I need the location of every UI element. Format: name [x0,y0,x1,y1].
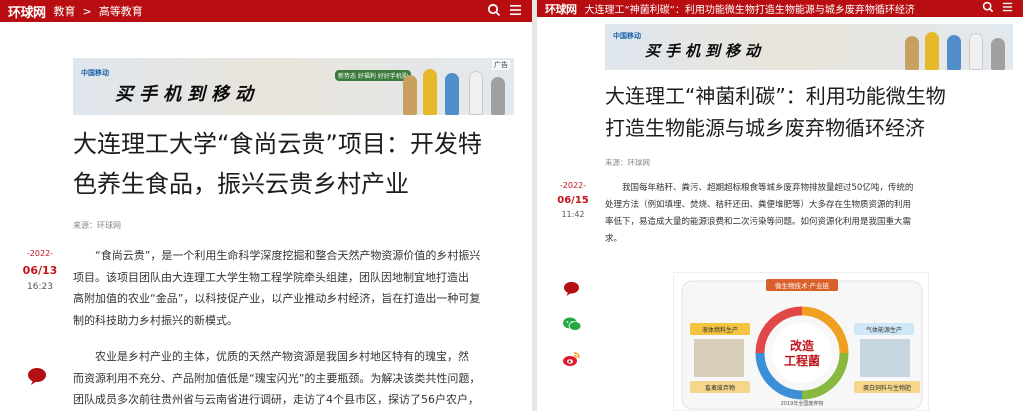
article-title: 大连理工大学“食尚云贵”项目：开发特 色养生食品，振兴云贵乡村产业 [73,130,482,198]
breadcrumb-higher-education[interactable]: 高等教育 [99,3,143,19]
article-source: 来源：环球网 [73,221,121,230]
breadcrumb-education[interactable]: 教育 [54,3,76,19]
comment-icon[interactable] [27,367,47,385]
publish-date: -2022- 06/13 16:23 [22,249,58,292]
ad-slogan: 买手机到移动 [645,42,766,60]
comment-icon[interactable] [563,281,580,296]
site-logo[interactable]: 环球网 [537,1,585,17]
search-icon[interactable] [982,1,994,13]
ad-figure [469,71,483,115]
breadcrumb: 教育 > 高等教育 [54,3,143,19]
ad-figure [423,69,437,115]
article-paragraph: 我国每年秸秆、粪污、超期超标粮食等城乡废弃物排放量超过50亿吨，传统的 处理方法… [605,183,914,244]
ad-figure [947,35,961,70]
site-logo[interactable]: 环球网 [0,2,54,21]
left-article-panel: 环球网 教育 > 高等教育 中国移动 买手机到移动 新势态 好福利 好好手机购 … [0,0,532,411]
top-navigation-bar: 环球网 大连理工“神菌利碳”：利用功能微生物打造生物能源与城乡废弃物循环经济 [537,0,1023,17]
article-title: 大连理工“神菌利碳”：利用功能微生物 打造生物能源与城乡废弃物循环经济 [605,84,946,140]
publish-date: -2022- 06/15 11:42 [557,181,589,219]
diagram-center-label: 改造 [790,338,815,353]
search-icon[interactable] [487,3,501,17]
ad-promo-pill: 新势态 好福利 好好手机购 [335,70,411,81]
diagram-label-protein-feed: 蛋白饲料与生物肥 [863,384,911,392]
ad-brand-logo: 中国移动 [81,69,109,77]
diagram-center-label: 工程菌 [784,353,820,368]
top-navigation-bar: 环球网 教育 > 高等教育 [0,0,532,22]
diagram-top-label: 微生物技术·产业链 [775,281,830,290]
ad-badge: 广告 [492,60,510,70]
diagram-label-liquid-fuel: 液体燃料生产 [702,326,738,334]
weibo-icon[interactable] [562,351,581,367]
ad-figure [925,32,939,70]
article-paragraph: 农业是乡村产业的主体，优质的天然产物资源是我国乡村地区特有的瑰宝，然 而资源利用… [73,350,481,406]
ad-figure [905,36,919,70]
diagram-label-livestock-waste: 畜禽废弃物 [705,384,735,392]
ad-figure [991,38,1005,70]
ad-brand-logo: 中国移动 [613,32,641,40]
advertisement-banner[interactable]: 中国移动 买手机到移动 [605,24,1013,70]
advertisement-banner[interactable]: 中国移动 买手机到移动 新势态 好福利 好好手机购 广告 [73,58,514,115]
ad-figure [491,77,505,115]
article-source: 来源：环球网 [605,158,650,167]
wechat-icon[interactable] [562,316,582,332]
ad-figure [969,33,983,70]
process-diagram-graphic: 微生物技术·产业链 改造 工程菌 液体燃料生产 气体能源生产 畜禽废弃物 蛋白饲… [681,279,923,410]
article-paragraph: “食尚云贵”，是一个利用生命科学深度挖掘和整合天然产物资源价值的乡村振兴 项目。… [73,249,481,327]
ad-figure [445,73,459,115]
right-article-panel: 环球网 大连理工“神菌利碳”：利用功能微生物打造生物能源与城乡废弃物循环经济 中… [537,0,1023,411]
process-diagram: 微生物技术·产业链 改造 工程菌 液体燃料生产 气体能源生产 畜禽废弃物 蛋白饲… [673,272,929,411]
ad-figure [403,75,417,115]
ad-slogan: 买手机到移动 [115,84,259,105]
menu-icon[interactable] [1002,1,1013,13]
diagram-label-gas-energy: 气体能源生产 [866,326,902,334]
breadcrumb-separator: > [82,4,92,18]
topbar-article-title: 大连理工“神菌利碳”：利用功能微生物打造生物能源与城乡废弃物循环经济 [584,5,915,16]
diagram-bottom-label: 2019年全国废弃物 [781,400,824,407]
menu-icon[interactable] [509,3,522,17]
